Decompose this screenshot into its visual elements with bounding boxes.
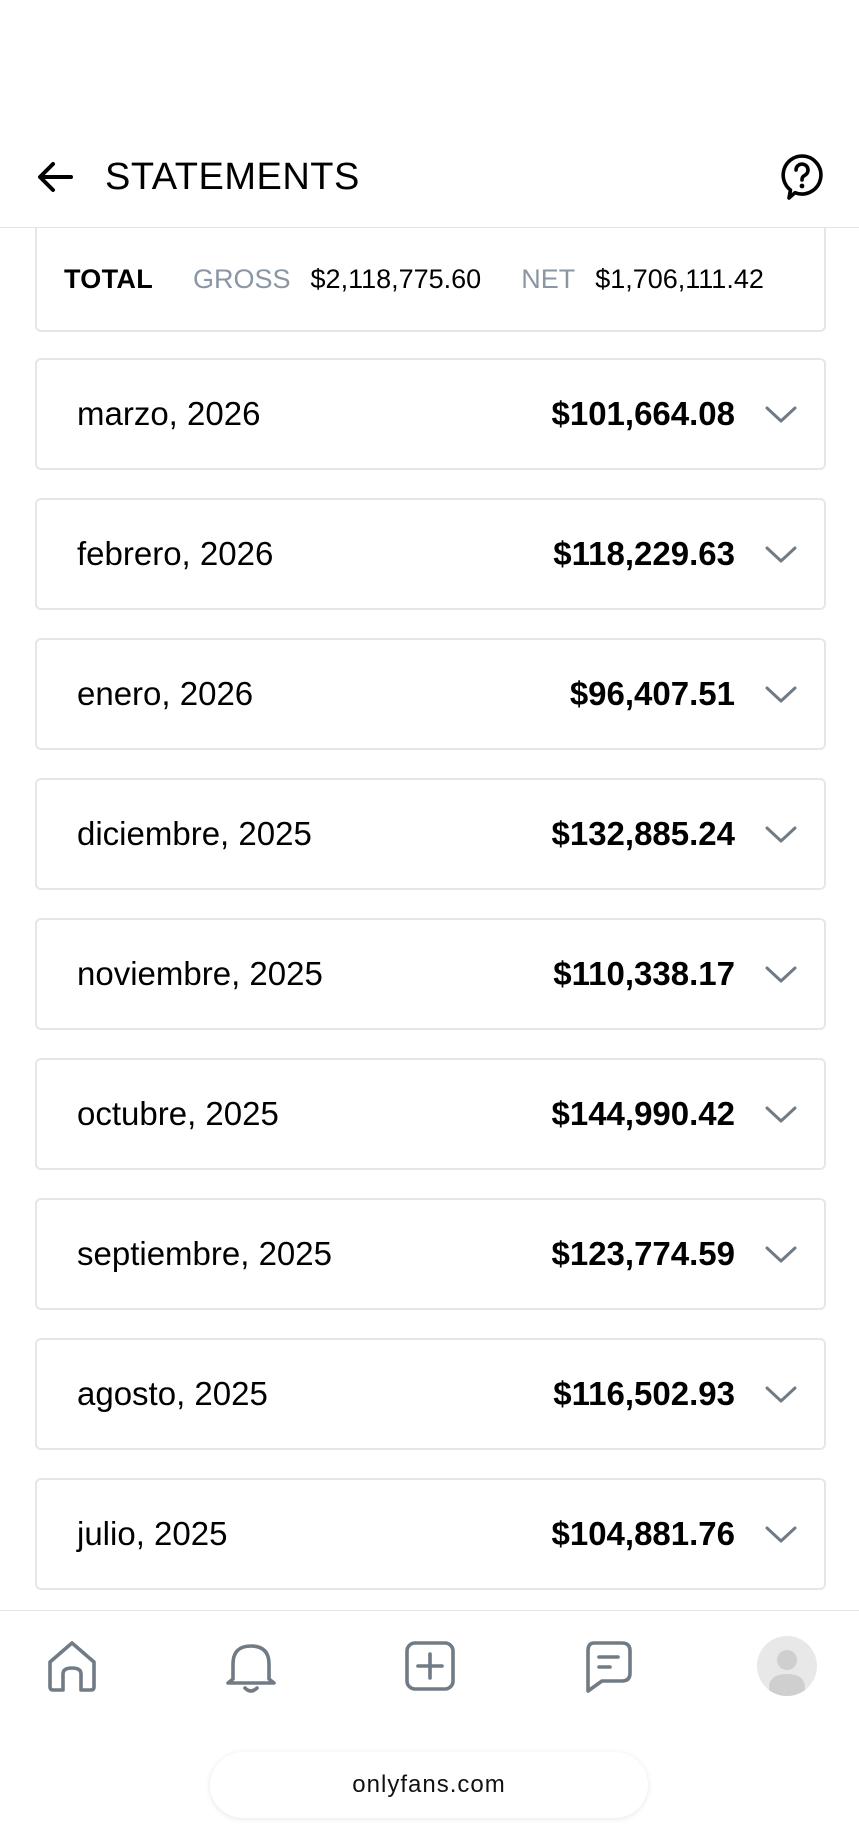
statement-month: diciembre, 2025 (77, 815, 312, 852)
chevron-down-icon[interactable] (764, 958, 798, 992)
arrow-left-icon (38, 162, 73, 192)
statement-month: julio, 2025 (77, 1515, 228, 1552)
statement-month: marzo, 2026 (77, 395, 261, 432)
statement-row[interactable]: agosto, 2025 $116,502.93 (35, 1338, 826, 1450)
statement-row[interactable]: noviembre, 2025 $110,338.17 (35, 918, 826, 1030)
statement-amount: $104,881.76 (551, 1515, 735, 1552)
statement-row[interactable]: septiembre, 2025 $123,774.59 (35, 1198, 826, 1310)
chevron-down-icon[interactable] (764, 538, 798, 572)
statement-amount: $144,990.42 (551, 1095, 735, 1132)
statement-amount: $123,774.59 (551, 1235, 735, 1272)
nav-messages-button[interactable] (578, 1634, 638, 1698)
statement-row[interactable]: julio, 2025 $104,881.76 (35, 1478, 826, 1590)
statement-amount: $132,885.24 (551, 815, 735, 852)
top-bar: STATEMENTS (0, 128, 859, 228)
chevron-down-icon[interactable] (764, 818, 798, 852)
statement-amount: $118,229.63 (553, 535, 735, 572)
statement-amount: $116,502.93 (553, 1375, 735, 1412)
gross-value: $2,118,775.60 (310, 263, 482, 294)
chevron-down-icon[interactable] (764, 398, 798, 432)
page-title: STATEMENTS (105, 156, 360, 198)
browser-url-bar[interactable]: onlyfans.com (210, 1752, 648, 1818)
nav-profile-button[interactable] (757, 1634, 817, 1698)
statement-month: noviembre, 2025 (77, 955, 323, 992)
statement-month: enero, 2026 (77, 675, 254, 712)
total-summary-card: TOTAL GROSS $2,118,775.60 NET $1,706,111… (35, 228, 826, 332)
nav-home-button[interactable] (42, 1634, 102, 1698)
user-placeholder-icon (769, 1649, 805, 1696)
chevron-down-icon[interactable] (764, 1518, 798, 1552)
nav-add-button[interactable] (400, 1634, 460, 1698)
help-circle-icon (781, 154, 823, 200)
chevron-down-icon[interactable] (764, 678, 798, 712)
add-square-icon (404, 1640, 455, 1691)
chevron-down-icon[interactable] (764, 1238, 798, 1272)
back-button[interactable] (32, 154, 78, 200)
help-button[interactable] (777, 150, 827, 204)
bell-icon (225, 1643, 276, 1693)
statement-row[interactable]: enero, 2026 $96,407.51 (35, 638, 826, 750)
avatar (757, 1635, 817, 1696)
statement-month: febrero, 2026 (77, 535, 274, 572)
statement-row[interactable]: marzo, 2026 $101,664.08 (35, 358, 826, 470)
chevron-down-icon[interactable] (764, 1378, 798, 1412)
statement-amount: $110,338.17 (553, 955, 735, 992)
gross-label: GROSS (193, 263, 291, 294)
statement-row[interactable]: octubre, 2025 $144,990.42 (35, 1058, 826, 1170)
net-label: NET (521, 263, 576, 294)
statement-row[interactable]: diciembre, 2025 $132,885.24 (35, 778, 826, 890)
bottom-navigation (0, 1610, 859, 1720)
nav-notifications-button[interactable] (221, 1634, 281, 1698)
net-value: $1,706,111.42 (595, 263, 764, 294)
statement-amount: $101,664.08 (551, 395, 735, 432)
message-icon (586, 1640, 633, 1693)
home-icon (48, 1640, 96, 1692)
statement-row[interactable]: febrero, 2026 $118,229.63 (35, 498, 826, 610)
statement-month: octubre, 2025 (77, 1095, 279, 1132)
url-text: onlyfans.com (352, 1771, 506, 1798)
statement-list: marzo, 2026 $101,664.08 febrero, 2026 $1… (35, 358, 826, 1618)
statement-amount: $96,407.51 (569, 675, 735, 712)
statements-page: STATEMENTS TOTAL GROSS $2,118,775.60 NET… (0, 0, 859, 1830)
total-label: TOTAL (64, 263, 153, 294)
statement-month: septiembre, 2025 (77, 1235, 332, 1272)
statement-month: agosto, 2025 (77, 1375, 268, 1412)
chevron-down-icon[interactable] (764, 1098, 798, 1132)
